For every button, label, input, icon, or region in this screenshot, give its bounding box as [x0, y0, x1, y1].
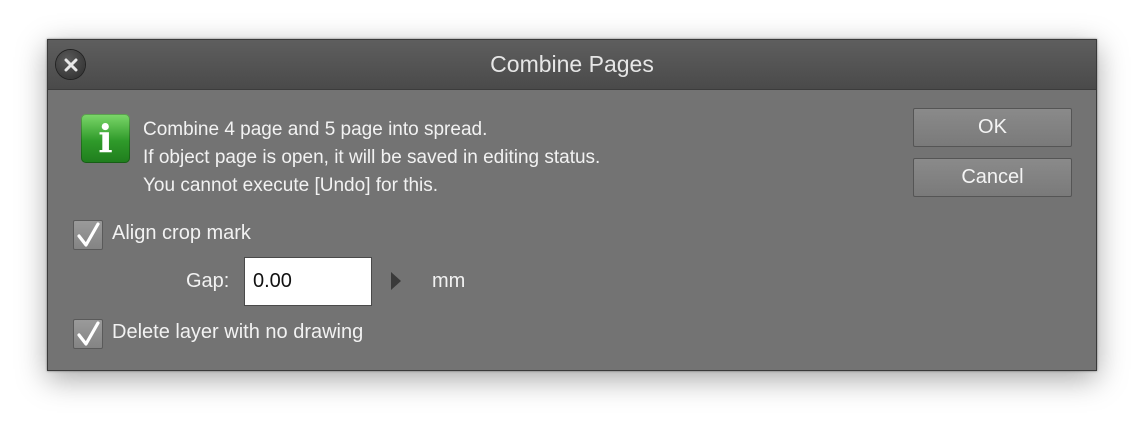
- gap-slider-arrow-icon[interactable]: [391, 272, 401, 290]
- align-crop-mark-label[interactable]: Align crop mark: [112, 222, 251, 245]
- checkmark-icon: [77, 222, 100, 247]
- gap-input[interactable]: 0.00: [244, 257, 372, 306]
- info-icon: i: [81, 114, 130, 163]
- gap-label: Gap:: [186, 270, 230, 292]
- dialog-title: Combine Pages: [490, 51, 654, 77]
- info-icon-glyph: i: [98, 115, 113, 161]
- align-crop-mark-checkbox[interactable]: [73, 220, 103, 250]
- delete-layer-label[interactable]: Delete layer with no drawing: [112, 321, 363, 344]
- dialog-titlebar: Combine Pages: [48, 40, 1096, 90]
- ok-button[interactable]: OK: [913, 108, 1072, 147]
- cancel-button[interactable]: Cancel: [913, 158, 1072, 197]
- message-line: Combine 4 page and 5 page into spread.: [143, 119, 488, 140]
- combine-pages-dialog: Combine Pages i Combine 4 page and 5 pag…: [47, 39, 1097, 371]
- gap-unit: mm: [432, 270, 466, 292]
- checkmark-icon: [77, 321, 100, 346]
- message-line: You cannot execute [Undo] for this.: [143, 175, 439, 196]
- dialog-message: Combine 4 page and 5 page into spread. I…: [143, 116, 600, 200]
- message-line: If object page is open, it will be saved…: [143, 147, 601, 168]
- delete-layer-checkbox[interactable]: [73, 319, 103, 349]
